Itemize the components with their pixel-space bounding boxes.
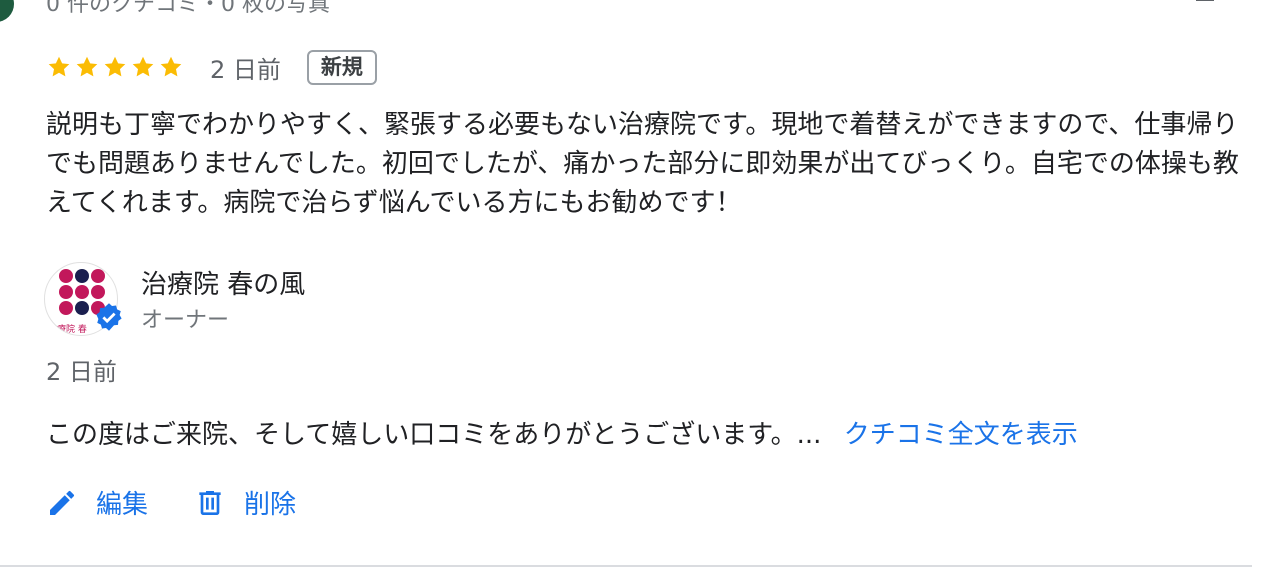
new-badge: 新規 [306,49,377,85]
delete-label: 削除 [244,490,297,520]
star-icon [160,56,182,77]
previous-entry: 0 件のクチコミ・0 枚の写真 [0,0,1264,22]
previous-meta-text: 0 件のクチコミ・0 枚の写真 [46,0,330,17]
avatar-dot [59,301,73,315]
avatar-dot [59,269,73,283]
verified-badge-icon [96,303,122,331]
trash-icon [199,490,221,515]
avatar-logo-text: 療院 春 [57,325,87,335]
edit-button[interactable]: 編集 [46,484,148,521]
star-rating [46,54,184,80]
star-icon [104,56,126,77]
rating-row: 2 日前 新規 [46,44,377,90]
avatar-dot [75,301,89,315]
review-time: 2 日前 [210,55,281,84]
reply-time: 2 日前 [46,358,117,386]
reply-text-line: この度はご来院、そして嬉しい口コミをありがとうございます。... クチコミ全文を… [46,414,1078,451]
avatar-dot [91,269,105,283]
previous-avatar [0,0,14,22]
star-icon [48,56,70,77]
pencil-icon [50,490,75,515]
avatar-dot [91,285,105,299]
reply-actions: 編集 削除 [46,484,342,521]
star-icon [132,56,154,77]
owner-header: 療院 春 治療院 春の風 オーナー [44,262,644,336]
avatar-dot [75,285,89,299]
avatar-dot [59,285,73,299]
edit-label: 編集 [96,490,149,520]
divider [0,565,1252,567]
reply-text: この度はご来院、そして嬉しい口コミをありがとうございます。... [46,420,822,450]
review-text: 説明も丁寧でわかりやすく、緊張する必要もない治療院です。現地で着替えができますの… [46,110,1239,218]
star-icon [76,56,98,77]
delete-button[interactable]: 削除 [194,484,296,521]
avatar-dot [75,269,89,283]
owner-role: オーナー [141,308,230,333]
more-options-icon[interactable] [1196,0,1214,1]
owner-name: 治療院 春の風 [141,270,306,300]
show-full-review-link[interactable]: クチコミ全文を表示 [844,420,1078,450]
